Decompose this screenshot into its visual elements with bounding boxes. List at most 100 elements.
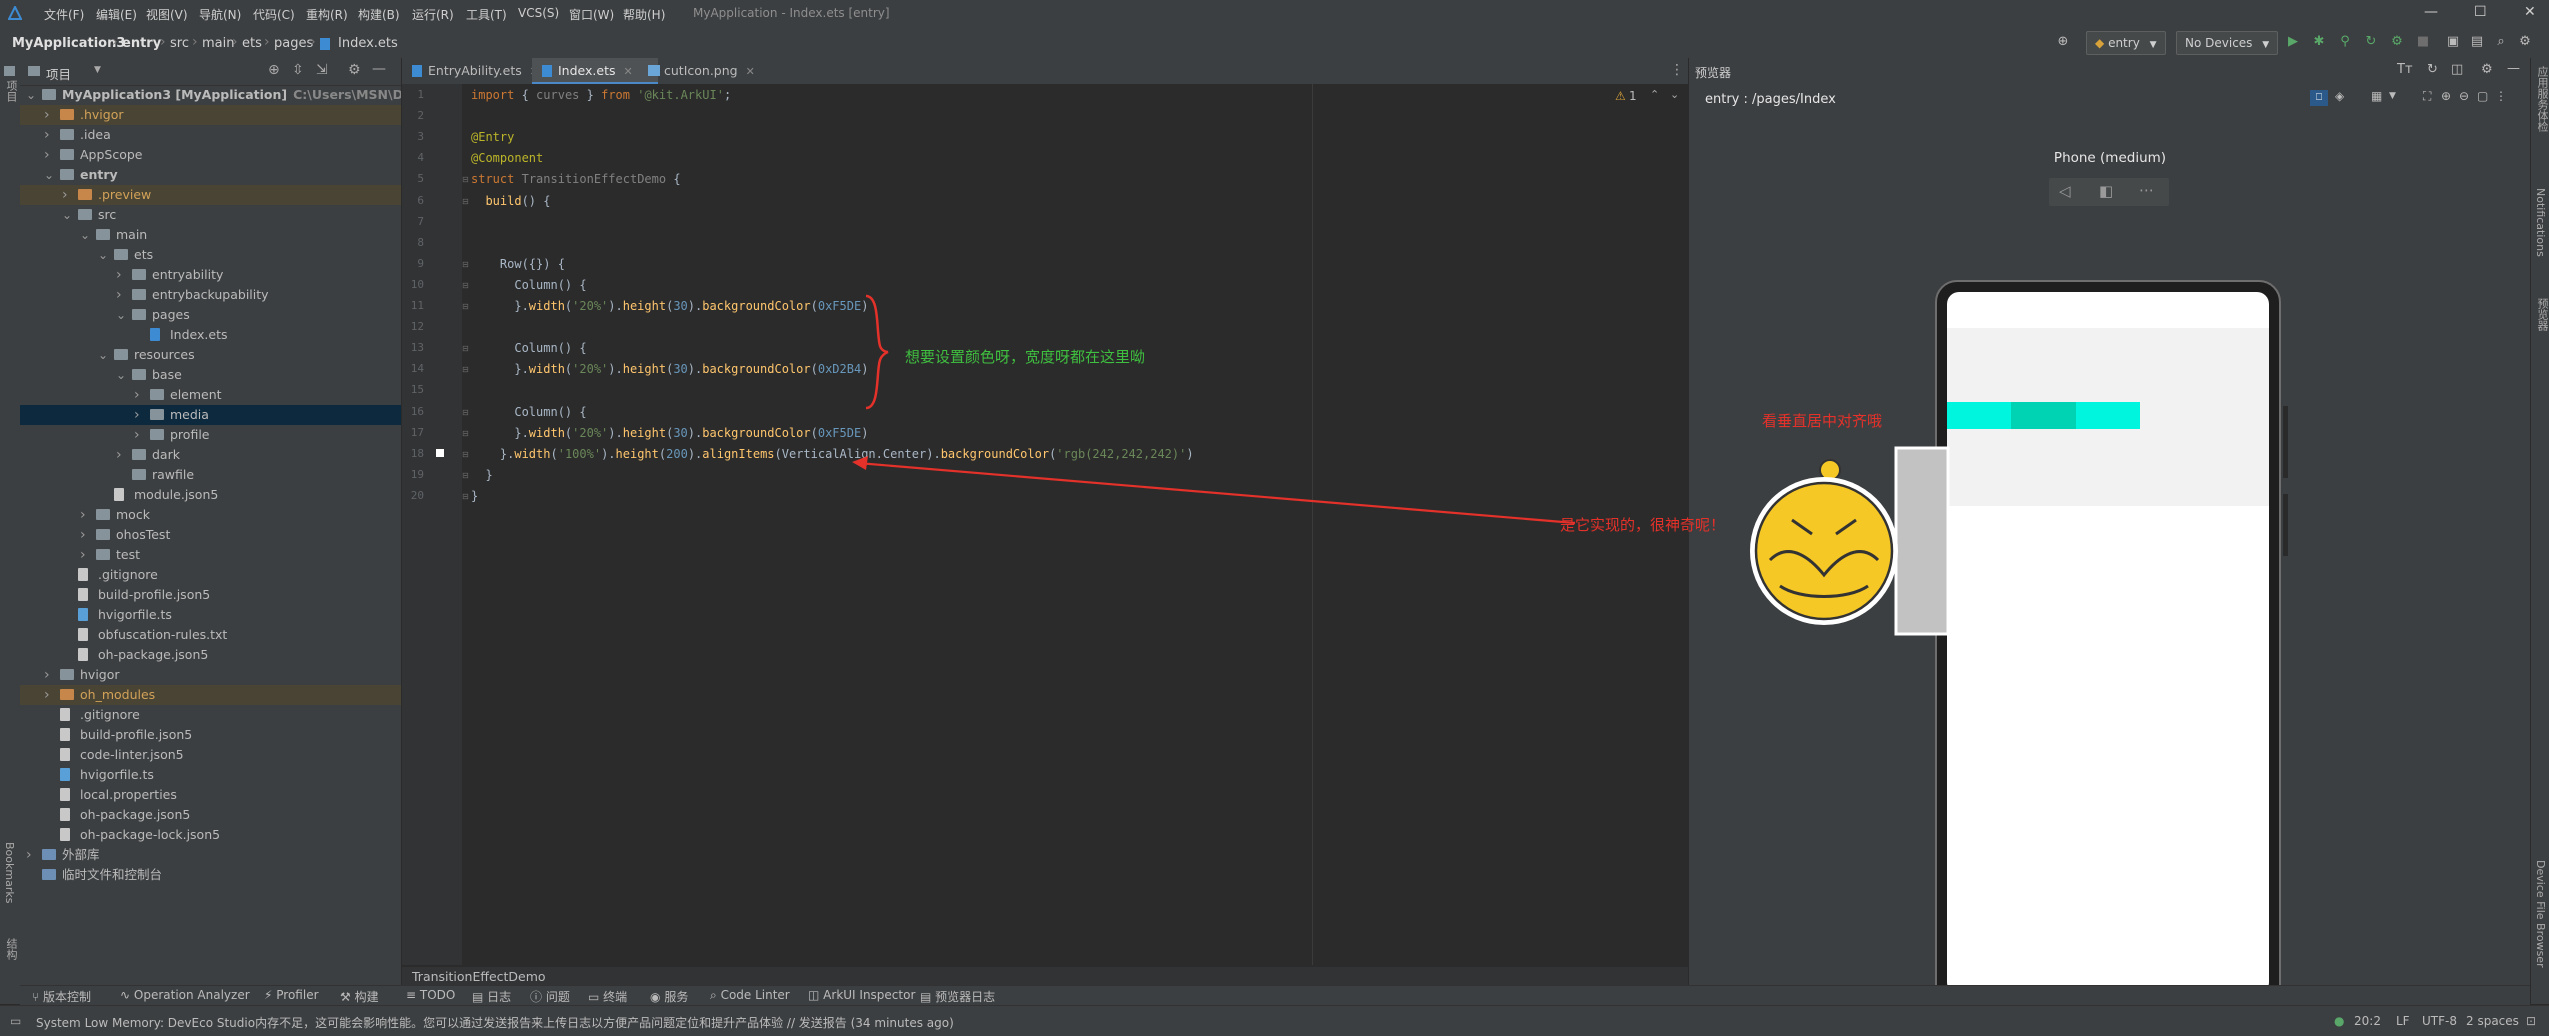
tree-row[interactable]: › oh_modules bbox=[20, 685, 401, 705]
tree-row[interactable]: › element bbox=[20, 385, 401, 405]
tree-row[interactable]: ⌄ pages bbox=[20, 305, 401, 325]
fit-screen-icon[interactable]: ⛶ bbox=[2423, 89, 2431, 104]
debug-icon[interactable]: ✱ bbox=[2310, 33, 2328, 51]
status-panel-icon[interactable]: ▭ bbox=[10, 1014, 21, 1028]
status-message[interactable]: System Low Memory: DevEco Studio内存不足，这可能… bbox=[36, 1014, 954, 1031]
gear-icon[interactable]: ⚙ bbox=[2481, 62, 2493, 77]
chevron-down-icon[interactable]: ⌄ bbox=[98, 345, 110, 365]
preview-mode-icon[interactable]: ⎕ bbox=[2310, 90, 2328, 106]
breadcrumb-src[interactable]: src bbox=[170, 36, 189, 51]
menu-window[interactable]: 窗口(W) bbox=[569, 6, 614, 23]
gear-icon[interactable]: ⚙ bbox=[348, 62, 361, 78]
color-swatch-icon[interactable] bbox=[436, 449, 444, 457]
tree-row[interactable]: build-profile.json5 bbox=[20, 585, 401, 605]
close-tab-icon[interactable]: ✕ bbox=[746, 65, 755, 78]
tree-row[interactable]: › hvigor bbox=[20, 665, 401, 685]
app-check-tool-tab[interactable]: 应用服务体检 bbox=[2534, 66, 2549, 132]
chevron-right-icon[interactable]: › bbox=[62, 185, 74, 205]
tool-todo[interactable]: ≡ TODO bbox=[406, 988, 455, 1002]
tree-row[interactable]: .gitignore bbox=[20, 705, 401, 725]
attach-debugger-icon[interactable]: ⚲ bbox=[2336, 33, 2354, 51]
breadcrumb-ets[interactable]: ets bbox=[242, 36, 262, 51]
fold-marker-icon[interactable]: ⊟ bbox=[462, 492, 470, 501]
tree-row[interactable]: › media bbox=[20, 405, 401, 425]
chevron-down-icon[interactable]: ⌄ bbox=[62, 205, 74, 225]
tool-build[interactable]: ⚒ 构建 bbox=[340, 988, 379, 1005]
fold-marker-icon[interactable]: ⊟ bbox=[462, 408, 470, 417]
tree-row[interactable]: ⌄ MyApplication3 [MyApplication] C:\Users\… bbox=[20, 85, 401, 105]
tree-row[interactable]: › entrybackupability bbox=[20, 285, 401, 305]
fold-marker-icon[interactable]: ⊟ bbox=[462, 302, 470, 311]
device-layout-icon[interactable]: ▦ bbox=[2371, 89, 2382, 103]
menu-build[interactable]: 构建(B) bbox=[358, 6, 400, 23]
previewer-tool-tab[interactable]: 预览器 bbox=[2534, 298, 2549, 331]
chevron-right-icon[interactable]: › bbox=[134, 385, 146, 405]
more-tabs-icon[interactable]: ⋮ bbox=[1670, 62, 1684, 78]
chevron-down-icon[interactable]: ⌄ bbox=[116, 365, 128, 385]
settings-icon[interactable]: ⚙ bbox=[2516, 33, 2534, 51]
minimize-icon[interactable]: — bbox=[2424, 4, 2438, 20]
module-select[interactable]: ◆ entry ▼ bbox=[2086, 31, 2166, 55]
profile-run-icon[interactable]: ⚙ bbox=[2388, 33, 2406, 51]
tree-row[interactable]: local.properties bbox=[20, 785, 401, 805]
chevron-down-icon[interactable]: ⌄ bbox=[1670, 88, 1679, 101]
fold-marker-icon[interactable]: ⊟ bbox=[462, 365, 470, 374]
tool-arkui-inspector[interactable]: ◫ ArkUI Inspector bbox=[808, 988, 915, 1002]
chevron-right-icon[interactable]: › bbox=[116, 265, 128, 285]
chevron-down-icon[interactable]: ▼ bbox=[2389, 91, 2396, 101]
text-size-icon[interactable]: Tт bbox=[2397, 62, 2413, 77]
tree-row[interactable]: .gitignore bbox=[20, 565, 401, 585]
chevron-down-icon[interactable]: ⌄ bbox=[98, 245, 110, 265]
tree-row[interactable]: › 外部库 bbox=[20, 845, 401, 865]
chevron-right-icon[interactable]: › bbox=[116, 285, 128, 305]
project-structure-icon[interactable]: ▤ bbox=[2468, 33, 2486, 51]
tree-row[interactable]: oh-package.json5 bbox=[20, 805, 401, 825]
tree-row[interactable]: rawfile bbox=[20, 465, 401, 485]
back-icon[interactable]: ◁ bbox=[2059, 182, 2071, 200]
locate-file-icon[interactable]: ⊕ bbox=[268, 62, 280, 78]
layers-icon[interactable]: ◈ bbox=[2335, 89, 2344, 103]
tree-row[interactable]: › test bbox=[20, 545, 401, 565]
rotate-icon[interactable]: ◧ bbox=[2099, 182, 2113, 200]
fold-marker-icon[interactable]: ⊟ bbox=[462, 429, 470, 438]
stop-icon[interactable]: ■ bbox=[2414, 33, 2432, 51]
tree-row[interactable]: ⌄ src bbox=[20, 205, 401, 225]
tool-previewer-log[interactable]: ▤ 预览器日志 bbox=[920, 988, 995, 1005]
tree-row[interactable]: ⌄ base bbox=[20, 365, 401, 385]
tree-row[interactable]: › entryability bbox=[20, 265, 401, 285]
more-icon[interactable]: ⋯ bbox=[2139, 181, 2154, 199]
menu-edit[interactable]: 编辑(E) bbox=[96, 6, 137, 23]
device-select[interactable]: No Devices ▼ bbox=[2176, 31, 2279, 55]
tree-row[interactable]: Index.ets bbox=[20, 325, 401, 345]
chevron-right-icon[interactable]: › bbox=[116, 445, 128, 465]
breadcrumb-project[interactable]: MyApplication3 bbox=[12, 36, 125, 51]
tree-row[interactable]: › AppScope bbox=[20, 145, 401, 165]
collapse-all-icon[interactable]: ⇲ bbox=[316, 62, 328, 78]
menu-run[interactable]: 运行(R) bbox=[412, 6, 454, 23]
chevron-right-icon[interactable]: › bbox=[44, 105, 56, 125]
chevron-down-icon[interactable]: ⌄ bbox=[44, 165, 56, 185]
zoom-out-icon[interactable]: ⊖ bbox=[2459, 89, 2469, 103]
menu-code[interactable]: 代码(C) bbox=[253, 6, 295, 23]
project-tool-tab[interactable]: 项目 bbox=[3, 80, 19, 102]
tree-row[interactable]: oh-package-lock.json5 bbox=[20, 825, 401, 845]
menu-navigate[interactable]: 导航(N) bbox=[199, 6, 241, 23]
bookmarks-tool-tab[interactable]: Bookmarks bbox=[3, 842, 16, 903]
struct-breadcrumb[interactable]: TransitionEffectDemo bbox=[412, 969, 546, 984]
close-window-icon[interactable]: ✕ bbox=[2524, 4, 2536, 20]
tree-row[interactable]: › .hvigor bbox=[20, 105, 401, 125]
tree-row[interactable]: › profile bbox=[20, 425, 401, 445]
maximize-icon[interactable]: ☐ bbox=[2474, 4, 2487, 20]
structure-tool-tab[interactable]: 结构 bbox=[3, 938, 19, 960]
tree-row[interactable]: module.json5 bbox=[20, 485, 401, 505]
search-icon[interactable]: ⌕ bbox=[2492, 33, 2510, 51]
menu-vcs[interactable]: VCS(S) bbox=[518, 6, 559, 20]
device-file-browser-tool-tab[interactable]: Device File Browser bbox=[2534, 860, 2547, 968]
fold-marker-icon[interactable]: ⊟ bbox=[462, 450, 470, 459]
line-separator[interactable]: LF bbox=[2396, 1014, 2410, 1028]
breadcrumb-file[interactable]: Index.ets bbox=[338, 36, 398, 51]
chevron-right-icon[interactable]: › bbox=[44, 125, 56, 145]
device-manager-icon[interactable]: ▣ bbox=[2444, 33, 2462, 51]
close-tab-icon[interactable]: ✕ bbox=[624, 65, 633, 78]
tree-row[interactable]: code-linter.json5 bbox=[20, 745, 401, 765]
